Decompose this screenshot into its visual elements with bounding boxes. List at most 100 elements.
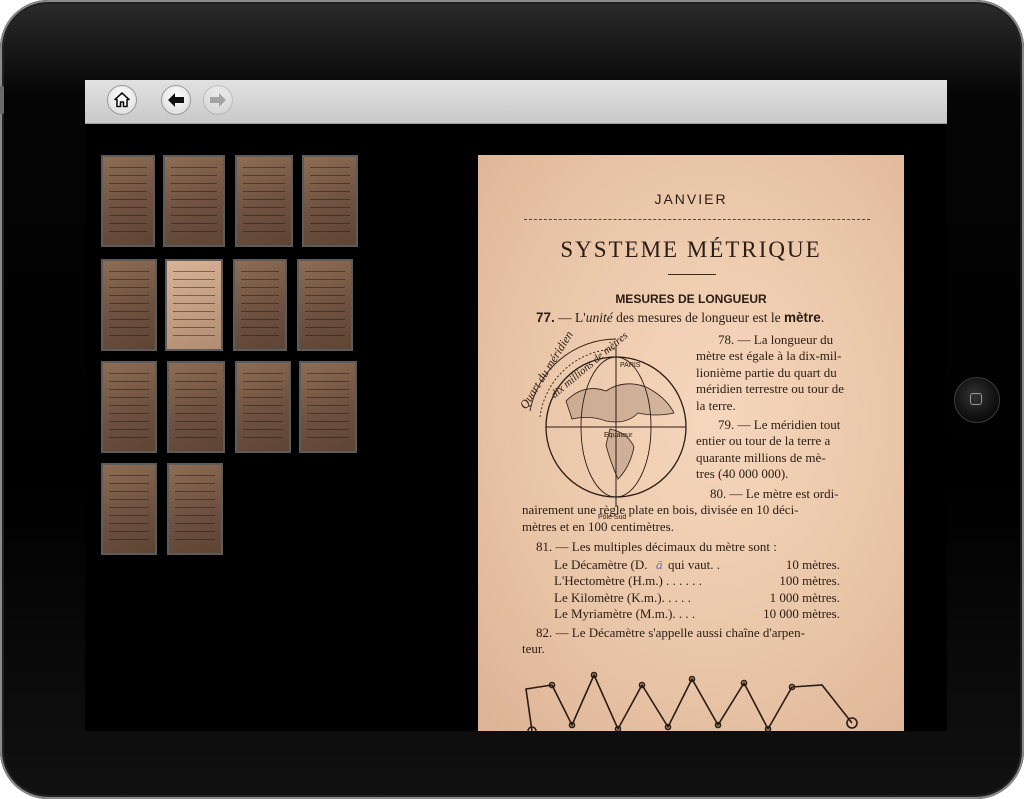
hardware-home-button[interactable] <box>954 377 1000 423</box>
page-header: JANVIER <box>654 191 728 207</box>
thumbnail-text-line <box>305 279 345 280</box>
page-thumbnail[interactable] <box>167 361 225 453</box>
p80-line: nairement une règle plate en bois, divis… <box>522 502 799 518</box>
thumbnail-text-line <box>307 437 349 438</box>
thumbnail-text-line <box>307 397 349 398</box>
thumbnail-text-line <box>173 279 215 280</box>
thumbnail-text-line <box>109 327 149 328</box>
thumbnail-text-line <box>109 175 147 176</box>
page-thumbnail[interactable] <box>235 361 291 453</box>
thumbnail-text-line <box>310 207 350 208</box>
thumbnail-text-line <box>305 271 345 272</box>
p79-line: tres (40 000 000). <box>696 466 789 482</box>
thumbnail-text-line <box>243 437 283 438</box>
thumbnail-text-line <box>310 191 350 192</box>
thumbnail-text-line <box>243 373 283 374</box>
thumbnail-text-line <box>305 319 345 320</box>
multiple-label: Le Décamètre (D. <box>554 557 648 572</box>
thumbnail-text-line <box>173 287 215 288</box>
surveyors-chain-illustration <box>525 671 858 731</box>
thumbnail-text-line <box>243 397 283 398</box>
p77-metre: mètre <box>784 310 821 325</box>
p82-line: 82. — Le Décamètre s'appelle aussi chaîn… <box>536 625 805 640</box>
page-thumbnail[interactable] <box>167 463 223 555</box>
multiple-middle-text: qui vaut. . <box>668 557 720 572</box>
page-thumbnail[interactable] <box>235 155 293 247</box>
thumbnail-text-line <box>109 223 147 224</box>
multiple-handwritten-mark: ā <box>656 557 663 572</box>
thumbnail-text-line <box>109 397 149 398</box>
multiple-value: 1 000 mètres. <box>769 589 840 605</box>
multiple-value: 10 mètres. <box>785 557 840 572</box>
p82-line: teur. <box>522 641 545 657</box>
page-thumbnail[interactable] <box>299 361 357 453</box>
thumbnail-text-line <box>175 373 217 374</box>
thumbnail-text-line <box>310 175 350 176</box>
thumbnail-text-line <box>109 389 149 390</box>
page-thumbnail[interactable] <box>101 259 157 351</box>
globe-paris-label: PARIS <box>620 362 641 369</box>
thumbnail-text-line <box>305 287 345 288</box>
thumbnail-text-line <box>175 475 215 476</box>
page-image[interactable]: JANVIER SYSTEME MÉTRIQUE MESURES DE LONG… <box>478 155 904 731</box>
header-rule <box>524 219 870 220</box>
thumbnail-text-line <box>171 207 217 208</box>
p79-line: entier ou tour de la terre a <box>696 433 831 449</box>
multiple-label: L'Hectomètre (H.m.) . . . . . . <box>554 573 702 589</box>
thumbnail-text-line <box>175 491 215 492</box>
thumbnail-text-line <box>243 421 283 422</box>
arrow-right-icon <box>210 93 226 107</box>
page-thumbnail[interactable] <box>297 259 353 351</box>
home-button[interactable] <box>107 85 137 115</box>
page-thumbnail[interactable] <box>101 463 157 555</box>
thumbnail-text-line <box>305 303 345 304</box>
page-thumbnail[interactable] <box>302 155 358 247</box>
p80-line: 80. — Le mètre est ordi- <box>710 486 839 501</box>
thumbnail-text-line <box>109 405 149 406</box>
page-thumbnail[interactable] <box>101 155 155 247</box>
thumbnail-text-line <box>241 279 279 280</box>
forward-button[interactable] <box>203 85 233 115</box>
thumbnail-text-line <box>243 191 285 192</box>
multiple-label: Le Myriamètre (M.m.). . . . <box>554 606 696 622</box>
p79-line: 79. — Le méridien tout <box>718 417 841 432</box>
thumbnail-text-line <box>175 437 217 438</box>
thumbnail-text-line <box>109 231 147 232</box>
multiple-value: 10 000 mètres. <box>763 606 840 622</box>
multiple-label: Le Kilomètre (K.m.). . . . . <box>554 589 691 605</box>
thumbnail-text-line <box>241 335 279 336</box>
thumbnail-text-line <box>307 373 349 374</box>
p78-line: mètre est égale à la dix-mil- <box>696 348 842 364</box>
back-button[interactable] <box>161 85 191 115</box>
thumbnail-text-line <box>243 207 285 208</box>
page-thumbnail[interactable] <box>101 361 157 453</box>
thumbnail-text-line <box>175 397 217 398</box>
thumbnail-text-line <box>109 271 149 272</box>
thumbnail-text-line <box>175 531 215 532</box>
thumbnail-text-line <box>241 295 279 296</box>
thumbnail-text-line <box>171 199 217 200</box>
page-thumbnail[interactable] <box>163 155 225 247</box>
p80-line: mètres et en 100 centimètres. <box>522 518 674 534</box>
multiple-value: 100 mètres. <box>779 573 840 589</box>
thumbnail-text-line <box>173 319 215 320</box>
side-button <box>0 86 4 114</box>
thumbnail-text-line <box>109 523 149 524</box>
page-thumbnail[interactable] <box>165 259 223 351</box>
thumbnail-text-line <box>171 231 217 232</box>
thumbnail-text-line <box>241 319 279 320</box>
thumbnail-text-line <box>173 303 215 304</box>
page-thumbnail[interactable] <box>233 259 287 351</box>
paragraph-81-intro: 81. — Les multiples décimaux du mètre so… <box>536 539 777 554</box>
globe-arc-label: Quart du méridien <box>517 328 576 411</box>
thumbnail-text-line <box>175 499 215 500</box>
thumbnail-text-line <box>243 183 285 184</box>
thumbnail-text-line <box>243 215 285 216</box>
p78-line: 78. — La longueur du <box>718 332 834 347</box>
thumbnail-text-line <box>307 381 349 382</box>
thumbnail-text-line <box>305 335 345 336</box>
thumbnail-text-line <box>109 499 149 500</box>
globe-equator-label: Equateur <box>604 432 633 439</box>
thumbnail-text-line <box>175 389 217 390</box>
p77-end: . <box>820 310 825 325</box>
